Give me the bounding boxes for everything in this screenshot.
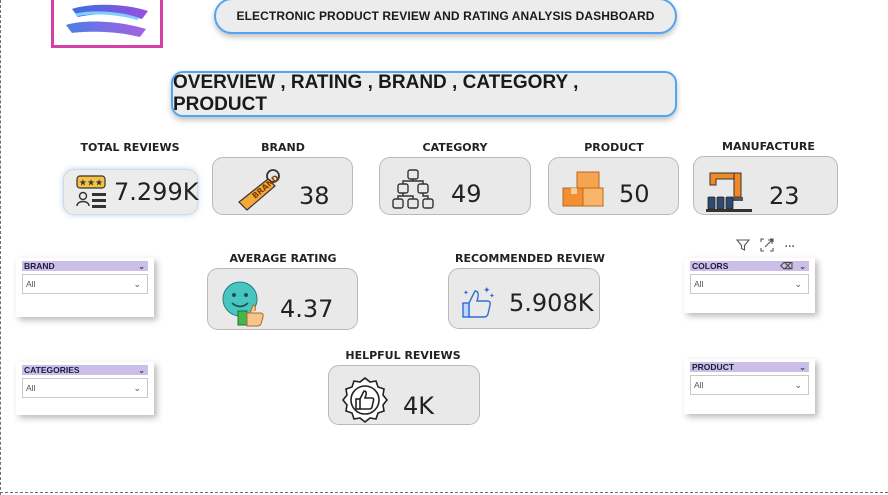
svg-text:✦: ✦ bbox=[489, 292, 495, 300]
chevron-down-icon[interactable]: ⌄ bbox=[799, 362, 806, 373]
recommended-review-card[interactable]: ✦ ✦ ✦ 5.908K bbox=[448, 268, 600, 329]
product-value: 50 bbox=[619, 180, 650, 208]
boxes-icon bbox=[562, 171, 604, 207]
total-reviews-value: 7.299K bbox=[114, 178, 199, 206]
brand-logo bbox=[51, 0, 163, 48]
product-label: PRODUCT bbox=[584, 141, 644, 154]
total-reviews-card[interactable]: ★★★ 7.299K bbox=[63, 169, 198, 215]
categories-slicer-header: CATEGORIES ⌄ bbox=[22, 365, 148, 375]
canvas-left-border bbox=[0, 0, 1, 495]
brand-slicer-header: BRAND ⌄ bbox=[22, 261, 148, 271]
svg-text:★★★: ★★★ bbox=[79, 179, 103, 189]
svg-text:✦: ✦ bbox=[463, 289, 469, 297]
manufacture-value: 23 bbox=[769, 182, 800, 210]
product-slicer-header: PRODUCT ⌄ bbox=[690, 362, 809, 372]
recommended-review-value: 5.908K bbox=[509, 289, 594, 317]
colors-slicer-header: COLORS ⌫ ⌄ bbox=[690, 261, 809, 271]
chevron-down-icon: ⌄ bbox=[794, 279, 802, 289]
brand-slicer-value: All bbox=[26, 279, 36, 289]
total-reviews-label: TOTAL REVIEWS bbox=[80, 141, 180, 154]
chevron-down-icon[interactable]: ⌄ bbox=[138, 261, 145, 272]
colors-slicer-dropdown[interactable]: All ⌄ bbox=[690, 274, 809, 294]
smiley-thumbs-up-icon bbox=[222, 281, 264, 327]
recommended-review-label: RECOMMENDED REVIEW bbox=[455, 252, 605, 265]
brand-slicer-dropdown[interactable]: All ⌄ bbox=[22, 274, 148, 294]
more-options-icon[interactable]: ··· bbox=[784, 240, 795, 254]
chevron-down-icon: ⌄ bbox=[133, 279, 141, 289]
dashboard-subtitle: OVERVIEW , RATING , BRAND , CATEGORY , P… bbox=[171, 71, 677, 117]
filter-icon[interactable] bbox=[735, 238, 751, 256]
manufacture-card[interactable]: 23 bbox=[693, 156, 838, 215]
colors-slicer-title: COLORS bbox=[692, 261, 729, 271]
helpful-reviews-label: HELPFUL REVIEWS bbox=[345, 349, 461, 362]
chevron-down-icon[interactable]: ⌄ bbox=[799, 261, 806, 272]
category-card[interactable]: 49 bbox=[379, 157, 531, 215]
average-rating-card[interactable]: 4.37 bbox=[207, 268, 358, 330]
categories-slicer-value: All bbox=[26, 383, 36, 393]
recommend-thumbs-up-icon: ✦ ✦ ✦ bbox=[462, 286, 495, 318]
brand-slicer-title: BRAND bbox=[24, 261, 55, 271]
product-slicer-value: All bbox=[694, 380, 704, 390]
product-slicer-dropdown[interactable]: All ⌄ bbox=[690, 375, 809, 395]
visual-header-toolbar: ··· bbox=[735, 238, 795, 256]
manufacture-label: MANUFACTURE bbox=[722, 140, 815, 153]
helpful-reviews-value: 4K bbox=[403, 392, 435, 420]
categories-slicer-dropdown[interactable]: All ⌄ bbox=[22, 378, 148, 398]
categories-slicer-title: CATEGORIES bbox=[24, 365, 80, 375]
colors-slicer[interactable]: COLORS ⌫ ⌄ All ⌄ bbox=[684, 258, 815, 313]
category-label: CATEGORY bbox=[422, 141, 488, 154]
chevron-down-icon: ⌄ bbox=[133, 383, 141, 393]
chevron-down-icon: ⌄ bbox=[794, 380, 802, 390]
canvas-bottom-border bbox=[0, 492, 888, 493]
average-rating-value: 4.37 bbox=[280, 295, 334, 323]
product-slicer-title: PRODUCT bbox=[692, 362, 735, 372]
dashboard-title: ELECTRONIC PRODUCT REVIEW AND RATING ANA… bbox=[214, 0, 677, 34]
thumbs-up-badge-icon bbox=[341, 376, 389, 424]
colors-slicer-value: All bbox=[694, 279, 704, 289]
brand-label: BRAND bbox=[261, 141, 305, 154]
brand-slicer[interactable]: BRAND ⌄ All ⌄ bbox=[16, 258, 154, 317]
chevron-down-icon[interactable]: ⌄ bbox=[138, 365, 145, 376]
brand-value: 38 bbox=[299, 182, 330, 210]
hierarchy-icon bbox=[392, 169, 434, 209]
svg-text:BRAND: BRAND bbox=[251, 173, 281, 201]
clear-selections-icon[interactable]: ⌫ bbox=[780, 261, 793, 272]
categories-slicer[interactable]: CATEGORIES ⌄ All ⌄ bbox=[16, 362, 154, 415]
average-rating-label: AVERAGE RATING bbox=[229, 252, 337, 265]
product-slicer[interactable]: PRODUCT ⌄ All ⌄ bbox=[684, 359, 815, 414]
brand-tag-icon: BRAND bbox=[238, 169, 281, 211]
rating-reviews-icon: ★★★ bbox=[76, 175, 106, 208]
focus-mode-icon[interactable] bbox=[760, 238, 774, 256]
factory-robot-icon bbox=[706, 172, 752, 212]
brand-logo-icon bbox=[66, 4, 148, 37]
product-card[interactable]: 50 bbox=[548, 157, 679, 215]
brand-card[interactable]: BRAND 38 bbox=[212, 157, 353, 215]
category-value: 49 bbox=[451, 180, 482, 208]
helpful-reviews-card[interactable]: 4K bbox=[328, 365, 480, 425]
